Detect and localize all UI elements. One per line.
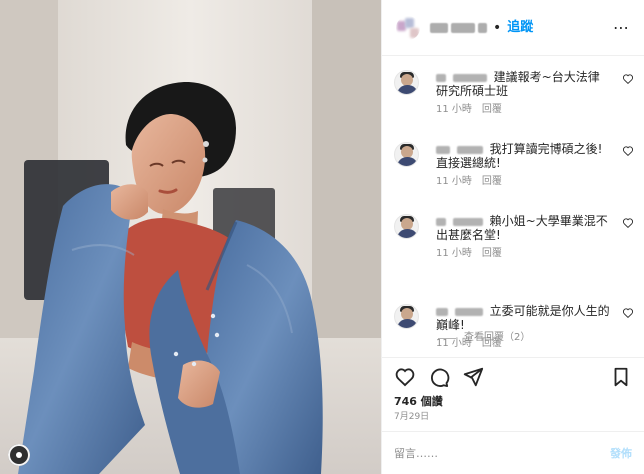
- photo-overlay-avatar[interactable]: [8, 444, 30, 466]
- reply-link[interactable]: 回覆: [482, 339, 502, 349]
- username-mask[interactable]: [436, 217, 446, 226]
- comment-meta: 11 小時 回覆: [436, 105, 610, 115]
- comment-time: 11 小時: [436, 176, 472, 187]
- avatar-dot: [16, 452, 22, 458]
- comment-composer: 發佈: [382, 431, 644, 474]
- username-mask[interactable]: [456, 145, 483, 154]
- post-date: 7月29日: [394, 412, 430, 422]
- commenter-avatar[interactable]: [394, 70, 419, 95]
- mask-block: [430, 22, 448, 33]
- reply-link[interactable]: 回覆: [482, 249, 502, 259]
- comment-input[interactable]: [394, 446, 610, 460]
- portrait-photo: [0, 0, 381, 474]
- avatar-suit: [397, 319, 418, 328]
- post-comment-button[interactable]: 發佈: [610, 445, 632, 461]
- comment-body: 賴小姐~大學畢業混不出甚麼名堂! 11 小時 回覆: [436, 214, 610, 259]
- separator-dot: •: [493, 19, 502, 36]
- username-mask[interactable]: [436, 145, 450, 154]
- comment-text-line: 立委可能就是你人生的巔峰!: [436, 304, 610, 332]
- profile-avatar[interactable]: [396, 16, 420, 40]
- blurred-avatar-part: [405, 17, 414, 28]
- action-icons-group: [394, 366, 632, 388]
- instagram-post-viewer: • 追蹤 ⋯ 建議報考~台大法律研究所碩士班 11 小時 回覆 我打算讀完博碩之…: [0, 0, 644, 474]
- commenter-avatar[interactable]: [394, 142, 419, 167]
- username-mask[interactable]: [430, 22, 487, 33]
- comment-meta: 11 小時 回覆: [436, 249, 610, 259]
- comment-body: 我打算讀完博碩之後!直接選總統! 11 小時 回覆: [436, 142, 610, 187]
- avatar-suit: [397, 85, 418, 94]
- comment-text-line: 賴小姐~大學畢業混不出甚麼名堂!: [436, 214, 610, 242]
- username-mask[interactable]: [454, 307, 483, 316]
- comment-icon[interactable]: [428, 366, 450, 388]
- send-icon[interactable]: [462, 366, 484, 388]
- comment-body: 立委可能就是你人生的巔峰! 11 小時 回覆: [436, 304, 610, 349]
- likes-count[interactable]: 746 個讚: [394, 396, 443, 408]
- follow-button[interactable]: 追蹤: [507, 21, 533, 34]
- post-header: • 追蹤 ⋯: [382, 0, 644, 56]
- reply-link[interactable]: 回覆: [482, 105, 502, 115]
- post-sidebar: • 追蹤 ⋯ 建議報考~台大法律研究所碩士班 11 小時 回覆 我打算讀完博碩之…: [381, 0, 644, 474]
- post-actions: [382, 357, 644, 397]
- mask-block: [451, 22, 475, 33]
- commenter-avatar[interactable]: [394, 304, 419, 329]
- comment-heart-icon[interactable]: [622, 307, 634, 319]
- comment-body: 建議報考~台大法律研究所碩士班 11 小時 回覆: [436, 70, 610, 115]
- comment-text-line: 建議報考~台大法律研究所碩士班: [436, 70, 610, 98]
- comments-list: 建議報考~台大法律研究所碩士班 11 小時 回覆 我打算讀完博碩之後!直接選總統…: [382, 56, 644, 356]
- commenter-avatar[interactable]: [394, 214, 419, 239]
- comment-heart-icon[interactable]: [622, 217, 634, 229]
- comment-text-line: 我打算讀完博碩之後!直接選總統!: [436, 142, 610, 170]
- comment-time: 11 小時: [436, 104, 472, 115]
- username-mask[interactable]: [436, 73, 446, 82]
- blurred-avatar-part: [410, 27, 419, 38]
- more-options-icon[interactable]: ⋯: [613, 19, 630, 36]
- comment-meta: 11 小時 回覆: [436, 339, 610, 349]
- post-photo: [0, 0, 381, 474]
- comment-heart-icon[interactable]: [622, 145, 634, 157]
- comment-time: 11 小時: [436, 248, 472, 259]
- avatar-suit: [397, 157, 418, 166]
- comment-time: 11 小時: [436, 338, 472, 349]
- reply-link[interactable]: 回覆: [482, 177, 502, 187]
- mask-block: [478, 22, 487, 33]
- comment-heart-icon[interactable]: [622, 73, 634, 85]
- avatar-suit: [397, 229, 418, 238]
- username-mask[interactable]: [452, 73, 487, 82]
- heart-icon[interactable]: [394, 366, 416, 388]
- comment-meta: 11 小時 回覆: [436, 177, 610, 187]
- username-mask[interactable]: [436, 307, 448, 316]
- bookmark-icon[interactable]: [610, 366, 632, 388]
- username-mask[interactable]: [452, 217, 483, 226]
